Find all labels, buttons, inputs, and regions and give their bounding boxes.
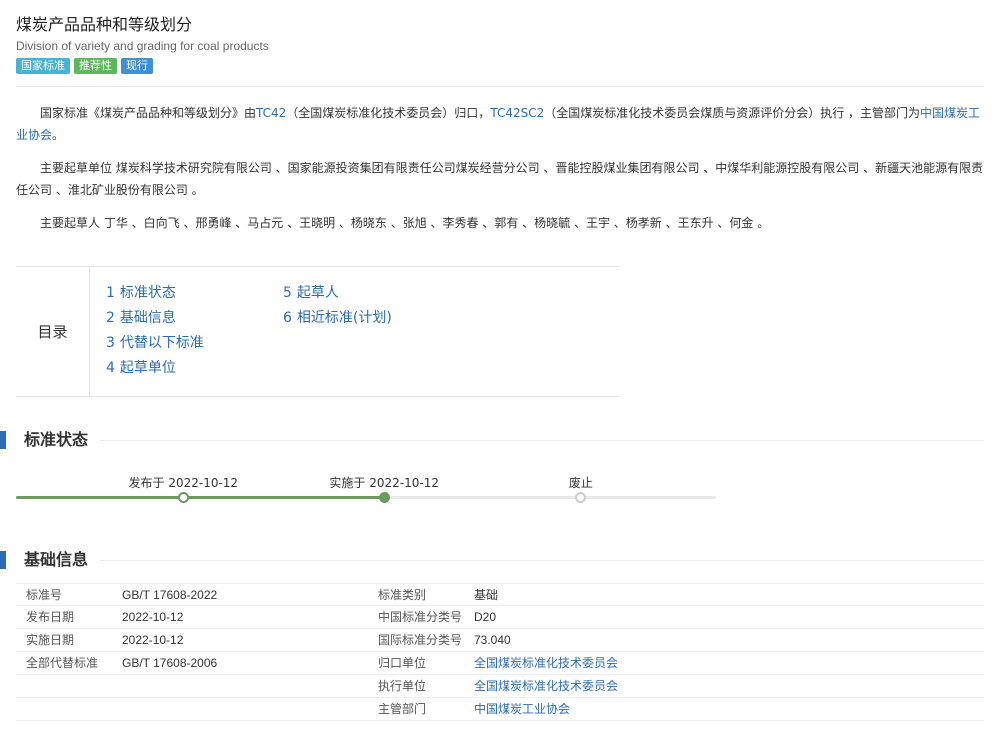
field-value-replaced-standard: GB/T 17608-2006: [122, 656, 218, 670]
field-value-standard-number: GB/T 17608-2022: [122, 588, 218, 602]
field-value-ics: 73.040: [474, 633, 511, 647]
page-title: 煤炭产品品种和等级划分: [16, 15, 193, 34]
table-row: 实施日期 2022-10-12 国际标准分类号 73.040: [16, 629, 984, 652]
page-subtitle: Division of variety and grading for coal…: [16, 39, 269, 53]
toc-item-number: 1: [106, 285, 115, 301]
standard-header: 煤炭产品品种和等级划分 Division of variety and grad…: [16, 14, 269, 74]
field-label: 执行单位: [378, 679, 427, 693]
toc-item-label: 起草人: [296, 285, 339, 301]
header-divider: [16, 86, 984, 87]
section-rule: [100, 560, 984, 561]
section-rule: [100, 440, 984, 441]
link-tc42[interactable]: TC42: [256, 106, 286, 120]
toc-item-label: 代替以下标准: [119, 335, 204, 351]
field-value-publish-date: 2022-10-12: [122, 610, 184, 624]
field-label: 发布日期: [26, 610, 75, 624]
timeline-label-published: 发布于 2022-10-12: [128, 476, 239, 490]
section-header-basic-info: 基础信息: [0, 549, 984, 573]
toc-item-basic-info[interactable]: 2 基础信息: [106, 308, 204, 333]
badge-national-standard: 国家标准: [16, 58, 70, 74]
field-value-ccs: D20: [474, 610, 497, 624]
link-tc42sc2[interactable]: TC42SC2: [490, 106, 544, 120]
field-label: 标准类别: [378, 588, 427, 602]
toc-item-drafting-units[interactable]: 4 起草单位: [106, 358, 204, 383]
badge-group: 国家标准 推荐性 现行: [16, 58, 269, 74]
table-row: 发布日期 2022-10-12 中国标准分类号 D20: [16, 606, 984, 629]
toc-item-label: 起草单位: [119, 360, 176, 376]
intro-section: 国家标准《煤炭产品品种和等级划分》由TC42（全国煤炭标准化技术委员会）归口，T…: [16, 102, 984, 245]
intro-text: 。: [52, 128, 65, 142]
status-timeline: 发布于 2022-10-12 实施于 2022-10-12 废止: [16, 470, 716, 510]
field-value-category: 基础: [474, 588, 499, 602]
toc-item-number: 4: [106, 360, 115, 376]
toc-item-number: 5: [283, 285, 292, 301]
badge-current: 现行: [121, 58, 153, 74]
toc-column-1: 1 标准状态 2 基础信息 3 代替以下标准 4 起草单位: [106, 283, 204, 383]
toc-item-status[interactable]: 1 标准状态: [106, 283, 204, 308]
toc-item-label: 相近标准(计划): [296, 310, 392, 326]
field-label: 全部代替标准: [26, 656, 99, 670]
field-label: 归口单位: [378, 656, 427, 670]
table-row: 执行单位 全国煤炭标准化技术委员会: [16, 675, 984, 698]
table-of-contents: 目录 1 标准状态 2 基础信息 3 代替以下标准 4 起草单位 5 起草人 6 相近标准(…: [16, 266, 620, 397]
intro-text: 国家标准《煤炭产品品种和等级划分》由: [40, 106, 257, 120]
toc-column-2: 5 起草人 6 相近标准(计划): [283, 283, 392, 333]
section-accent-bar: [0, 431, 6, 449]
toc-item-drafters[interactable]: 5 起草人: [283, 283, 392, 308]
intro-paragraph-governance: 国家标准《煤炭产品品种和等级划分》由TC42（全国煤炭标准化技术委员会）归口，T…: [16, 102, 984, 146]
timeline-dot-published: [177, 492, 189, 503]
basic-info-table: 标准号 GB/T 17608-2022 标准类别 基础 发布日期 2022-10…: [16, 583, 984, 721]
link-competent-authority[interactable]: 中国煤炭工业协会: [474, 702, 570, 716]
intro-text: （全国煤炭标准化技术委员会煤质与资源评价分会）执行 ，主管部门为: [544, 106, 921, 120]
toc-item-number: 6: [283, 310, 292, 326]
timeline-label-implemented: 实施于 2022-10-12: [329, 476, 439, 490]
timeline-dot-implemented: [378, 492, 390, 503]
link-centralized-unit[interactable]: 全国煤炭标准化技术委员会: [474, 656, 618, 670]
section-accent-bar: [0, 551, 6, 569]
intro-paragraph-drafters: 主要起草人 丁华 、白向飞 、邢勇峰 、马占元 、王晓明 、杨晓东 、张旭 、李…: [40, 216, 770, 230]
link-executing-unit[interactable]: 全国煤炭标准化技术委员会: [474, 679, 618, 693]
field-label: 标准号: [26, 588, 63, 602]
toc-item-replaced-standards[interactable]: 3 代替以下标准: [106, 333, 204, 358]
field-value-implement-date: 2022-10-12: [122, 633, 184, 647]
badge-recommended: 推荐性: [74, 58, 117, 74]
toc-item-similar-standards[interactable]: 6 相近标准(计划): [283, 308, 392, 333]
intro-text: （全国煤炭标准化技术委员会）归口，: [286, 106, 491, 120]
intro-paragraph-drafting-units: 主要起草单位 煤炭科学技术研究院有限公司 、国家能源投资集团有限责任公司煤炭经营…: [16, 161, 984, 197]
table-row: 标准号 GB/T 17608-2022 标准类别 基础: [16, 583, 984, 606]
toc-item-number: 2: [106, 310, 115, 326]
section-title-basic-info: 基础信息: [24, 550, 89, 569]
timeline-dot-abolished: [575, 492, 587, 503]
field-label: 中国标准分类号: [378, 610, 463, 624]
toc-item-label: 标准状态: [119, 285, 176, 301]
section-title-status: 标准状态: [24, 430, 89, 449]
table-row: 全部代替标准 GB/T 17608-2006 归口单位 全国煤炭标准化技术委员会: [16, 652, 984, 675]
toc-item-label: 基础信息: [119, 310, 176, 326]
section-header-status: 标准状态: [0, 429, 984, 453]
table-row: 主管部门 中国煤炭工业协会: [16, 698, 984, 721]
toc-item-number: 3: [106, 335, 115, 351]
toc-label: 目录: [16, 267, 90, 396]
timeline-progress: [16, 496, 385, 499]
field-label: 实施日期: [26, 633, 75, 647]
field-label: 国际标准分类号: [378, 633, 463, 647]
field-label: 主管部门: [378, 702, 427, 716]
timeline-label-abolished: 废止: [568, 476, 593, 490]
